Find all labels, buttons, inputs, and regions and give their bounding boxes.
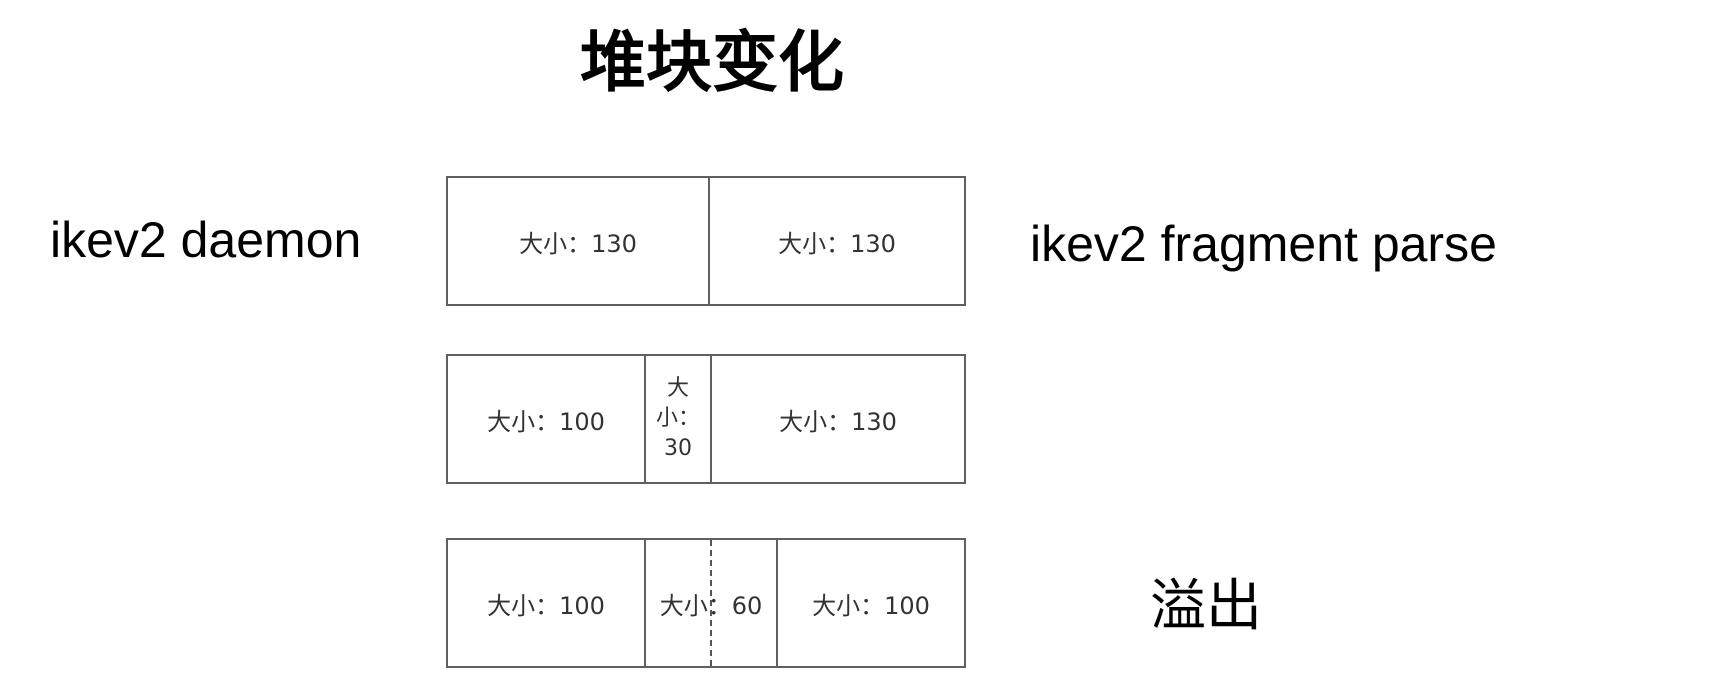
heap-chunk: 大小：100: [776, 540, 964, 666]
heap-row-1: 大小：130 大小：130: [446, 176, 966, 306]
heap-chunk: 大小：130: [708, 178, 964, 304]
heap-chunk: 大小：130: [519, 229, 637, 258]
label-overflow: 溢出: [1150, 574, 1262, 639]
heap-row-3: 大小：100 大小：60 大小：100: [446, 538, 966, 668]
heap-chunk: 大小：100: [487, 591, 605, 620]
label-ikev2-fragment-parse: ikev2 fragment parse: [1030, 216, 1497, 272]
label-ikev2-daemon: ikev2 daemon: [50, 212, 362, 268]
diagram-title: 堆块变化: [580, 23, 844, 101]
overflow-divider: [710, 540, 712, 666]
heap-chunk-overflowed: 大小：60: [644, 540, 776, 666]
heap-chunk: 大小：130: [710, 356, 964, 482]
heap-chunk-small: 大 小： 30: [644, 356, 710, 482]
heap-chunk: 大小：100: [487, 407, 605, 436]
heap-row-2: 大小：100 大 小： 30 大小：130: [446, 354, 966, 484]
